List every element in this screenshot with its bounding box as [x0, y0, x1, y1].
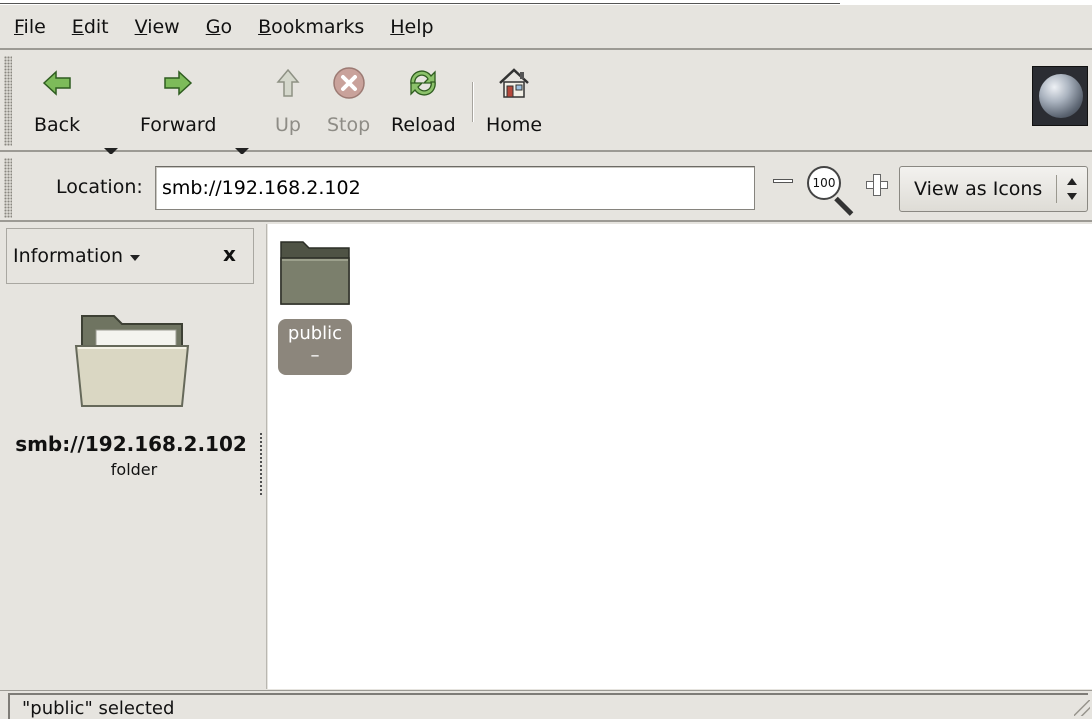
stop-label: Stop	[327, 114, 371, 136]
menu-help-label: Help	[390, 15, 434, 38]
view-as-select[interactable]: View as Icons	[899, 166, 1088, 212]
forward-button[interactable]: Forward	[140, 62, 216, 144]
zoom-level-magnifier-icon[interactable]: 100	[807, 166, 841, 200]
menu-bookmarks[interactable]: Bookmarks	[258, 16, 364, 38]
magnifier-handle	[834, 196, 854, 216]
toolbar: Back Forward Up Stop Reload Home	[0, 52, 1092, 155]
toolbar-drag-handle[interactable]	[4, 56, 12, 146]
information-sidebar: Information x smb://192.168.2.102 folder	[0, 224, 267, 689]
updown-arrows-icon	[1066, 178, 1078, 200]
sidebar-resize-grip[interactable]	[259, 432, 263, 496]
file-subtext: –	[310, 345, 320, 366]
menu-go-label: Go	[205, 15, 233, 38]
status-text: "public" selected	[8, 693, 1088, 719]
window-resize-grip[interactable]	[1074, 700, 1090, 716]
large-folder-icon	[74, 310, 190, 415]
menu-go[interactable]: Go	[206, 16, 232, 38]
zoom-out-icon[interactable]	[773, 179, 793, 183]
sidebar-close-icon[interactable]: x	[223, 242, 236, 266]
menu-view-label: View	[134, 15, 180, 38]
reload-label: Reload	[391, 114, 456, 136]
sidebar-title-dropdown[interactable]: Information	[13, 245, 123, 267]
back-button[interactable]: Back	[34, 62, 80, 144]
location-label: Location:	[56, 176, 143, 198]
sidebar-caret-icon[interactable]	[130, 255, 140, 261]
zoom-in-icon[interactable]	[866, 174, 888, 196]
location-input[interactable]	[155, 166, 755, 210]
home-label: Home	[486, 114, 543, 136]
up-button[interactable]: Up	[275, 62, 301, 144]
file-item-label: public –	[278, 319, 352, 375]
location-bar-drag-handle[interactable]	[4, 158, 12, 218]
menu-file[interactable]: File	[14, 16, 46, 38]
stop-button[interactable]: Stop	[327, 62, 370, 144]
folder-icon	[279, 238, 356, 311]
location-bar: Location: 100 View as Icons	[0, 154, 1092, 222]
forward-label: Forward	[140, 114, 217, 136]
file-name: public	[287, 323, 343, 344]
back-label: Back	[34, 114, 81, 136]
view-as-label: View as Icons	[914, 178, 1043, 200]
reload-button[interactable]: Reload	[391, 62, 456, 144]
sidebar-item-type: folder	[110, 460, 158, 479]
throbber-orb-icon	[1039, 74, 1083, 118]
sidebar-location-name: smb://192.168.2.102	[15, 432, 247, 456]
forward-arrow-icon	[163, 62, 193, 104]
back-arrow-icon	[42, 62, 72, 104]
view-as-separator	[1056, 175, 1057, 203]
stop-icon	[332, 62, 366, 104]
activity-throbber	[1032, 66, 1088, 126]
up-label: Up	[275, 114, 301, 136]
reload-icon	[405, 62, 441, 104]
menubar: File Edit View Go Bookmarks Help	[0, 5, 1092, 50]
menu-help[interactable]: Help	[390, 16, 433, 38]
sidebar-header: Information x	[6, 228, 254, 284]
status-bar: "public" selected	[0, 690, 1092, 719]
file-item-public[interactable]: public –	[278, 238, 356, 375]
up-arrow-icon	[276, 62, 300, 104]
menu-edit[interactable]: Edit	[72, 16, 109, 38]
menu-bookmarks-label: Bookmarks	[258, 15, 365, 38]
menu-edit-label: Edit	[71, 15, 109, 38]
menu-view[interactable]: View	[135, 16, 180, 38]
home-icon	[496, 62, 532, 104]
title-strip-line	[0, 3, 840, 4]
home-button[interactable]: Home	[486, 62, 542, 144]
menu-file-label: File	[14, 15, 46, 38]
file-icon-view[interactable]: public –	[268, 224, 1092, 689]
zoom-level-value: 100	[812, 176, 836, 190]
toolbar-separator	[472, 82, 474, 122]
